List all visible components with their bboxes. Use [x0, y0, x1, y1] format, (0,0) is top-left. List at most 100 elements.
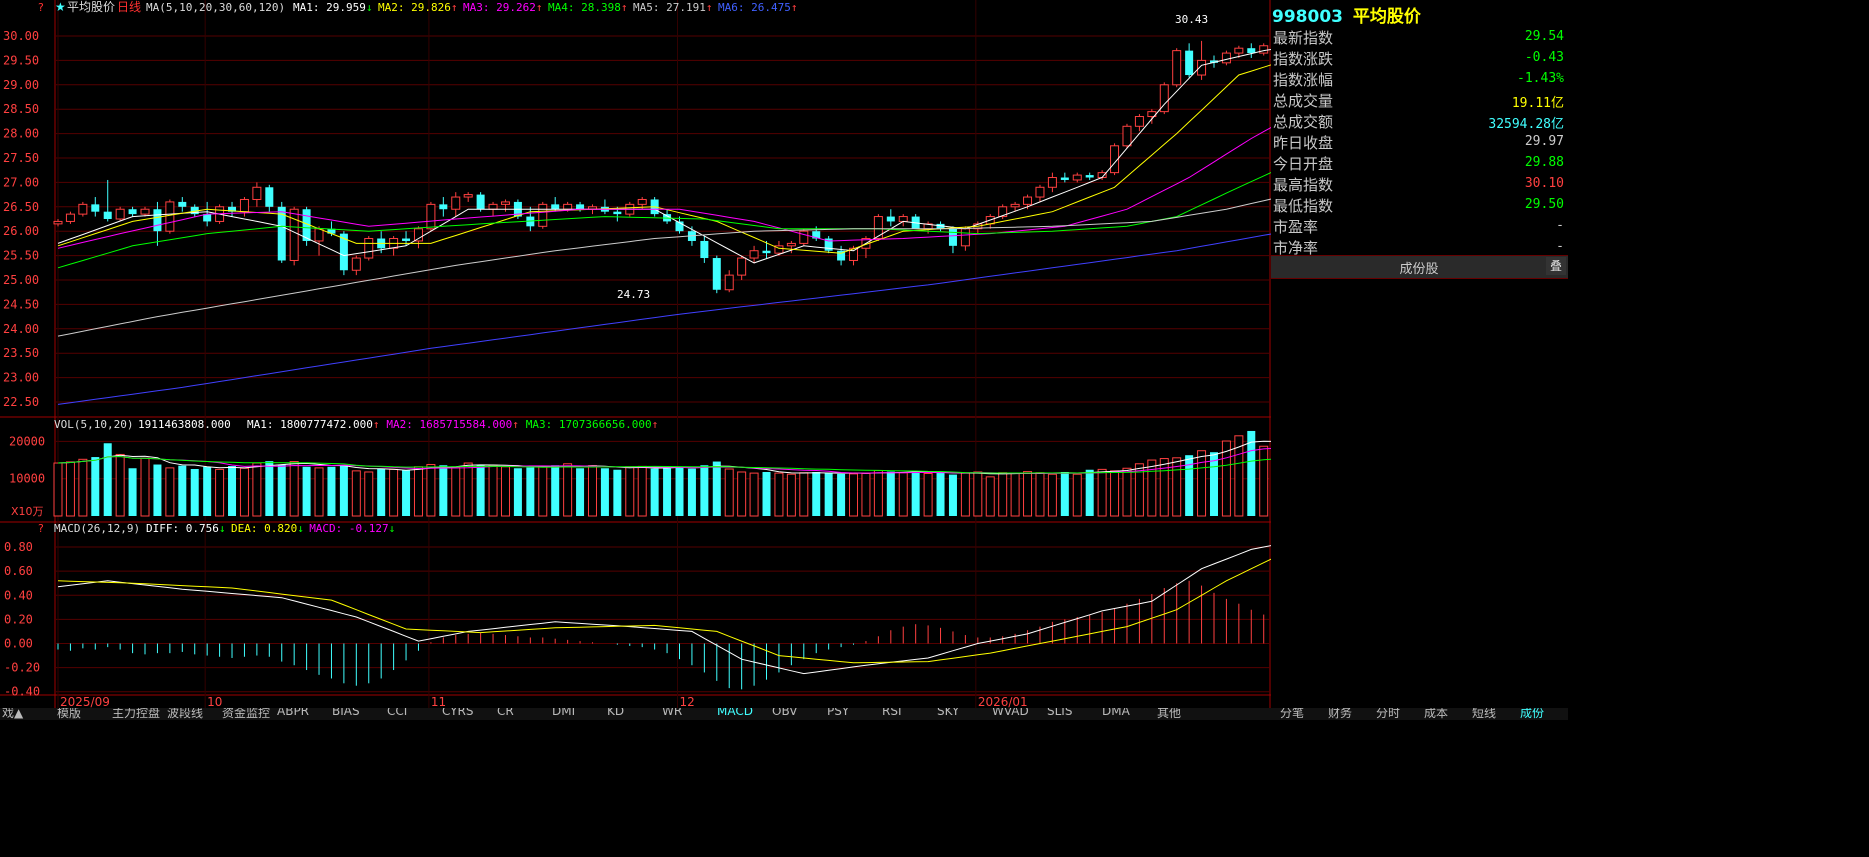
volume-bar[interactable]	[886, 471, 895, 516]
menu-marker-main[interactable]: ?	[38, 1, 44, 14]
candle[interactable]	[1221, 50, 1231, 66]
volume-bar[interactable]	[873, 469, 883, 517]
volume-bar[interactable]	[625, 466, 635, 517]
volume-bar[interactable]	[1122, 467, 1132, 517]
volume-bar[interactable]	[985, 476, 995, 517]
volume-bar[interactable]	[239, 467, 249, 517]
chart-period[interactable]: 日线	[117, 0, 141, 14]
indicator-tab[interactable]: CR	[497, 708, 514, 718]
volume-bar[interactable]	[700, 465, 709, 516]
volume-bar[interactable]	[203, 466, 212, 516]
indicator-tab[interactable]: 戏▲	[2, 708, 23, 720]
volume-bar[interactable]	[849, 473, 859, 517]
side-tab[interactable]: 分笔	[1280, 708, 1304, 720]
candle[interactable]	[799, 228, 809, 246]
volume-bar[interactable]	[1209, 452, 1218, 516]
indicator-tab[interactable]: WR	[662, 708, 682, 718]
constituents-label[interactable]: 成份股	[1272, 258, 1566, 277]
volume-bar[interactable]	[948, 474, 957, 516]
volume-bar[interactable]	[960, 472, 970, 517]
volume-bar[interactable]	[289, 461, 299, 517]
volume-bar[interactable]	[91, 457, 100, 516]
volume-bar[interactable]	[576, 468, 585, 516]
volume-bar[interactable]	[413, 466, 423, 517]
volume-bar[interactable]	[563, 463, 573, 517]
volume-bar[interactable]	[314, 467, 324, 517]
volume-bar[interactable]	[799, 472, 809, 517]
candle[interactable]	[712, 255, 721, 294]
volume-bar[interactable]	[302, 466, 311, 516]
volume-bar[interactable]	[712, 461, 721, 516]
volume-bar[interactable]	[1023, 471, 1033, 517]
candle[interactable]	[364, 236, 374, 261]
volume-bar[interactable]	[998, 472, 1008, 517]
volume-bar[interactable]	[78, 458, 88, 517]
indicator-tab[interactable]: 波段线	[167, 708, 203, 720]
volume-bar[interactable]	[861, 472, 871, 517]
indicator-tab[interactable]: DMI	[552, 708, 575, 718]
volume-bar[interactable]	[526, 467, 535, 516]
volume-bar[interactable]	[1035, 472, 1045, 517]
volume-bar[interactable]	[277, 464, 286, 516]
volume-bar[interactable]	[911, 471, 920, 516]
indicator-tab[interactable]: KD	[607, 708, 624, 718]
side-tab[interactable]: 分时	[1376, 708, 1400, 720]
candle[interactable]	[1159, 82, 1169, 115]
volume-bar[interactable]	[426, 464, 436, 517]
volume-bar[interactable]	[153, 464, 162, 516]
volume-bar[interactable]	[762, 471, 771, 516]
volume-bar[interactable]	[587, 465, 597, 517]
volume-bar[interactable]	[265, 461, 274, 516]
volume-bar[interactable]	[513, 468, 522, 516]
volume-bar[interactable]	[1010, 472, 1020, 517]
volume-bar[interactable]	[252, 462, 262, 517]
volume-bar[interactable]	[377, 469, 386, 516]
indicator-tab[interactable]: DMA	[1102, 708, 1130, 718]
volume-bar[interactable]	[824, 472, 833, 516]
volume-bar[interactable]	[128, 468, 137, 516]
volume-bar[interactable]	[1147, 459, 1157, 517]
indicator-tab[interactable]: ABPR	[277, 708, 309, 718]
candle[interactable]	[115, 206, 125, 222]
volume-bar[interactable]	[389, 468, 399, 517]
volume-bar[interactable]	[115, 453, 125, 517]
volume-bar[interactable]	[650, 468, 659, 516]
volume-bar[interactable]	[103, 443, 112, 516]
volume-bar[interactable]	[724, 468, 734, 517]
volume-bar[interactable]	[1047, 473, 1057, 517]
indicator-tab[interactable]: CCI	[387, 708, 407, 718]
candle[interactable]	[289, 206, 299, 266]
volume-bar[interactable]	[749, 472, 759, 517]
stack-button[interactable]: 叠	[1546, 257, 1566, 275]
volume-bar[interactable]	[190, 469, 199, 516]
indicator-tab[interactable]: CYRS	[442, 708, 473, 718]
volume-bar[interactable]	[53, 462, 63, 517]
volume-bar[interactable]	[1197, 450, 1207, 517]
candle[interactable]	[824, 236, 833, 254]
volume-bar[interactable]	[898, 472, 908, 517]
volume-bar[interactable]	[1072, 473, 1082, 517]
volume-bar[interactable]	[1060, 471, 1069, 516]
volume-bar[interactable]	[215, 468, 225, 517]
volume-bar[interactable]	[936, 472, 945, 516]
volume-bar[interactable]	[774, 472, 784, 517]
volume-bar[interactable]	[923, 472, 933, 517]
candle[interactable]	[538, 201, 548, 229]
volume-bar[interactable]	[1085, 469, 1094, 516]
volume-bar[interactable]	[687, 468, 696, 516]
volume-bar[interactable]	[500, 466, 510, 517]
indicator-tab[interactable]: 模版	[57, 708, 81, 720]
volume-bar[interactable]	[165, 467, 175, 517]
candle[interactable]	[302, 206, 311, 246]
volume-bar[interactable]	[786, 473, 796, 517]
candle[interactable]	[165, 199, 175, 234]
volume-bar[interactable]	[600, 468, 609, 516]
candle[interactable]	[277, 201, 286, 263]
side-tab[interactable]: 财务	[1328, 708, 1352, 720]
volume-bar[interactable]	[228, 466, 237, 516]
indicator-tab[interactable]: SKY	[937, 708, 959, 718]
indicator-tab[interactable]: WVAD	[992, 708, 1029, 718]
volume-bar[interactable]	[812, 471, 821, 516]
volume-bar[interactable]	[538, 466, 548, 517]
menu-marker-macd[interactable]: ?	[38, 522, 44, 535]
